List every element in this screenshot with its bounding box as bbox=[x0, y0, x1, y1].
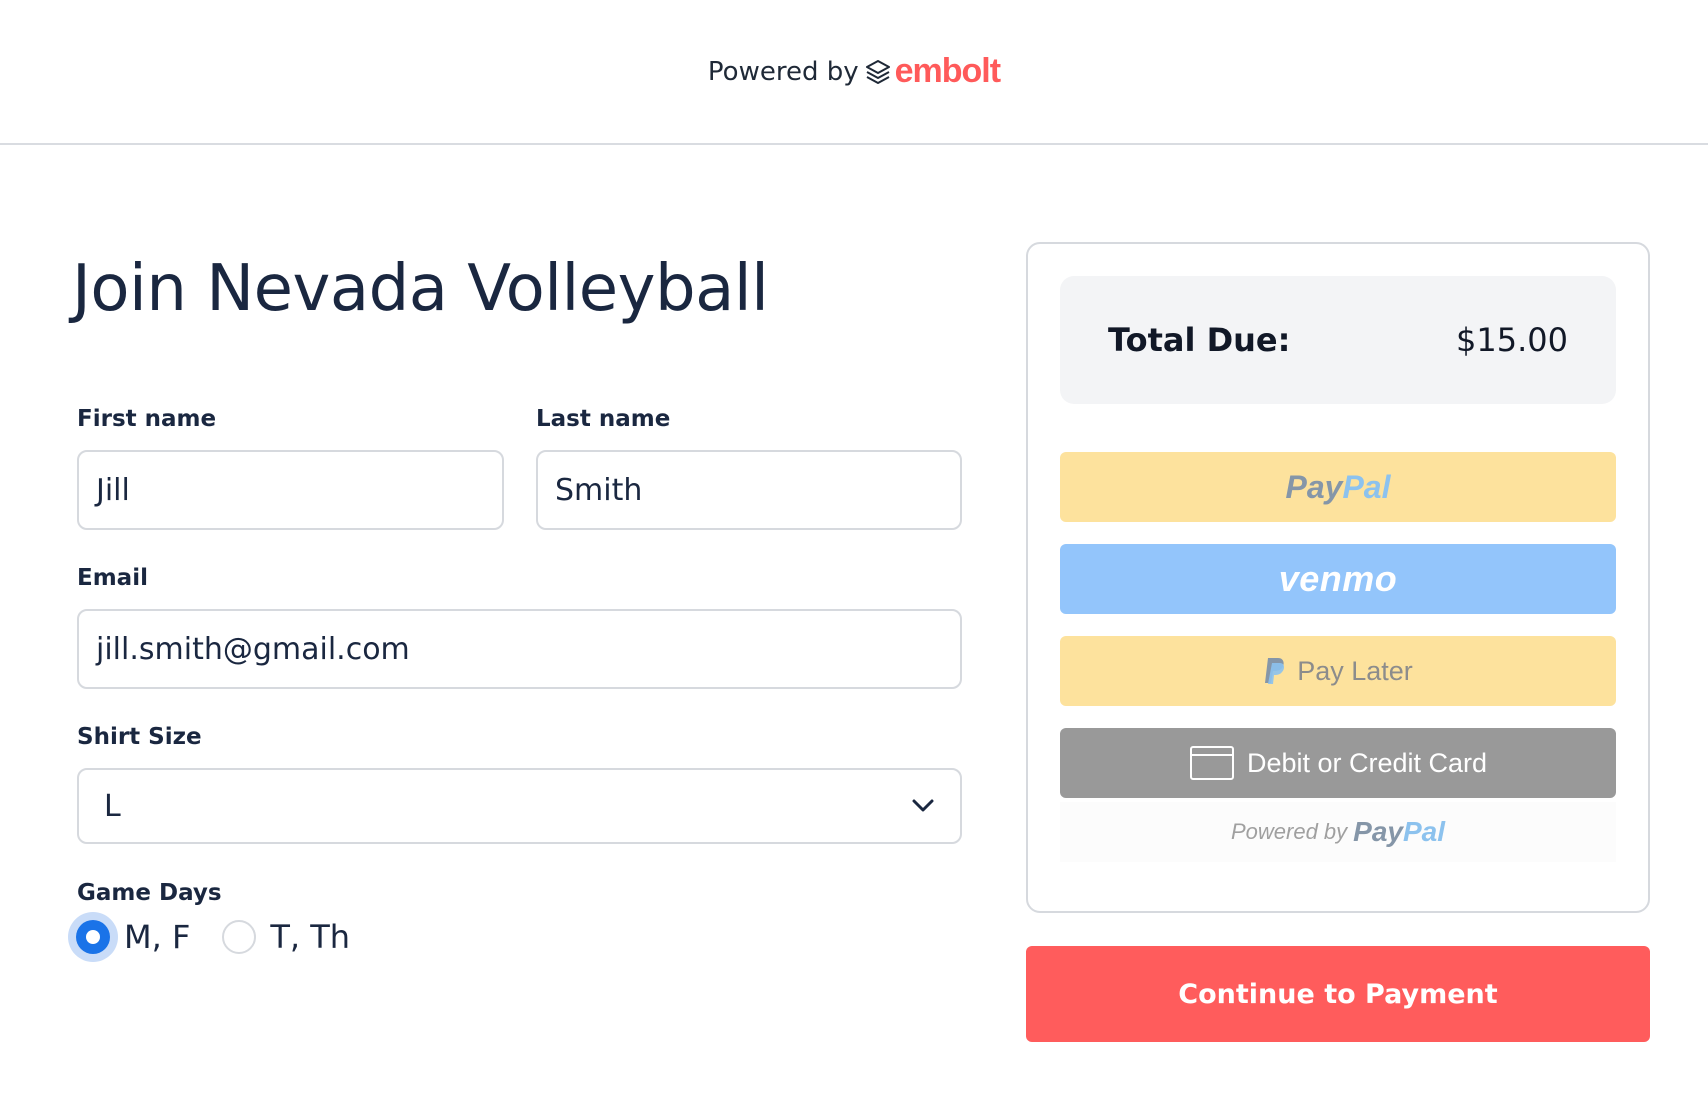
powered-by-text: Powered by bbox=[707, 56, 859, 87]
embolt-logo[interactable]: embolt bbox=[865, 52, 1001, 91]
embolt-brand-name: embolt bbox=[894, 52, 1001, 90]
total-due-value: $15.00 bbox=[1456, 321, 1568, 359]
pay-later-label: Pay Later bbox=[1297, 655, 1413, 686]
radio-t-th[interactable] bbox=[222, 920, 257, 954]
powered-by-embolt[interactable]: Powered by embolt bbox=[0, 52, 1708, 91]
page-title: Join Nevada Volleyball bbox=[72, 252, 769, 326]
pay-later-button[interactable]: Pay Later bbox=[1060, 636, 1616, 706]
first-name-label: First name bbox=[77, 406, 217, 432]
chevron-down-icon bbox=[912, 799, 934, 812]
continue-to-payment-button[interactable]: Continue to Payment bbox=[1026, 946, 1650, 1042]
total-due-box: Total Due: $15.00 bbox=[1060, 276, 1616, 404]
header: Powered by embolt bbox=[0, 0, 1708, 145]
radio-t-th-label[interactable]: T, Th bbox=[270, 918, 350, 956]
debit-credit-card-label: Debit or Credit Card bbox=[1246, 747, 1488, 778]
paypal-p-icon bbox=[1265, 658, 1285, 684]
first-name-value: Jill bbox=[96, 472, 130, 508]
radio-m-f-label[interactable]: M, F bbox=[124, 918, 190, 956]
radio-m-f[interactable] bbox=[76, 920, 110, 954]
shirt-size-label: Shirt Size bbox=[77, 724, 202, 750]
venmo-button[interactable]: venmo bbox=[1060, 544, 1616, 614]
shirt-size-value: L bbox=[104, 788, 121, 824]
total-due-label: Total Due: bbox=[1108, 321, 1291, 359]
powered-by-paypal: Powered by PayPal bbox=[1060, 802, 1616, 862]
email-label: Email bbox=[77, 565, 148, 591]
embolt-layers-icon bbox=[865, 59, 890, 84]
paypal-button[interactable]: PayPal bbox=[1060, 452, 1616, 522]
payment-summary-panel: Total Due: $15.00 PayPal venmo Pay Later… bbox=[1026, 242, 1650, 913]
powered-by-paypal-text: Powered by bbox=[1230, 819, 1348, 844]
last-name-value: Smith bbox=[555, 472, 643, 508]
paypal-logo: PayPal bbox=[1285, 468, 1391, 505]
credit-card-icon bbox=[1189, 746, 1234, 780]
first-name-field[interactable]: Jill bbox=[77, 450, 504, 530]
venmo-logo: venmo bbox=[1278, 558, 1398, 599]
email-value: jill.smith@gmail.com bbox=[96, 631, 410, 667]
last-name-label: Last name bbox=[536, 406, 671, 432]
debit-credit-card-button[interactable]: Debit or Credit Card bbox=[1060, 728, 1616, 798]
shirt-size-select[interactable]: L bbox=[77, 768, 962, 844]
email-field[interactable]: jill.smith@gmail.com bbox=[77, 609, 962, 689]
game-days-label: Game Days bbox=[77, 880, 222, 906]
paypal-logo-small: PayPal bbox=[1353, 816, 1446, 847]
game-days-radio-group: M, F T, Th bbox=[68, 918, 350, 956]
last-name-field[interactable]: Smith bbox=[536, 450, 962, 530]
